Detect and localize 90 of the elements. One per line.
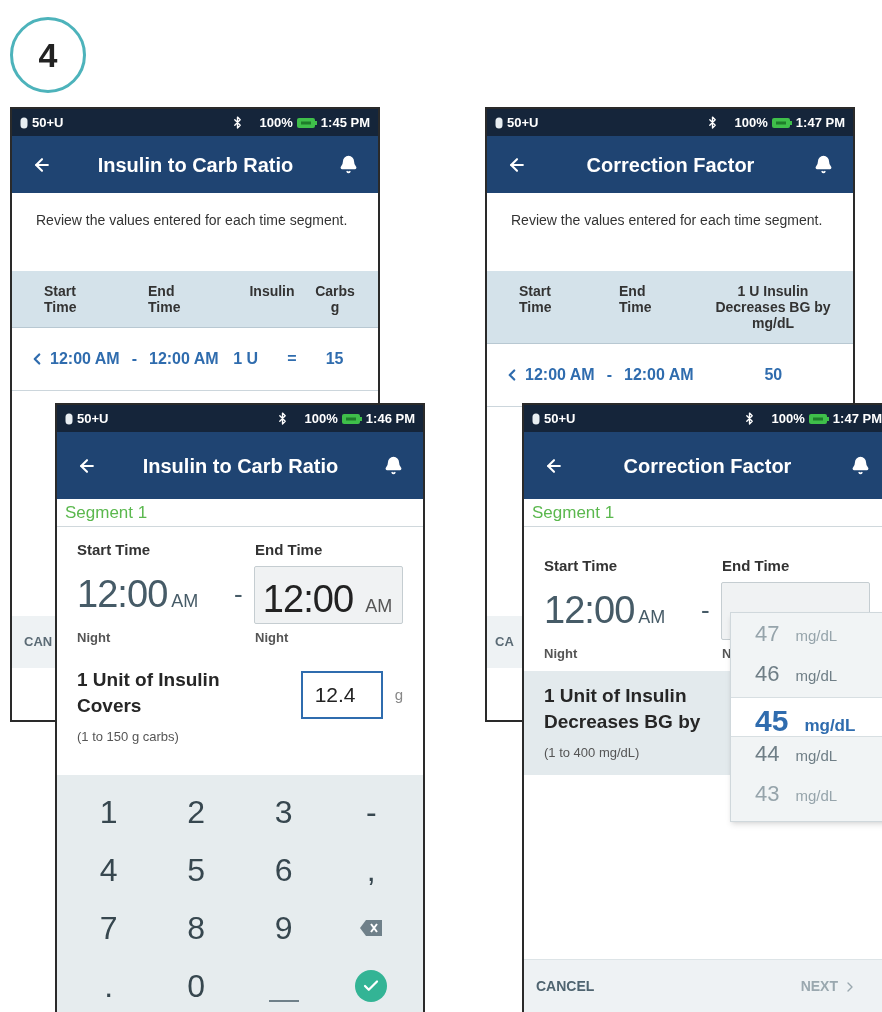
end-time-field[interactable]: 12:00 AM	[253, 565, 403, 624]
picker-option[interactable]: 45 mg/dL	[731, 697, 882, 737]
screen-title: Correction Factor	[585, 152, 756, 178]
keypad-key[interactable]: 9	[240, 898, 328, 957]
cancel-text: CAN	[24, 633, 53, 652]
segment-value: 15	[325, 349, 344, 369]
cancel-text: CA	[495, 633, 514, 652]
picker-option[interactable]: 44 mg/dL	[731, 737, 882, 777]
period-label: Night	[255, 628, 289, 647]
notification-bell-icon[interactable]	[384, 456, 403, 475]
carbs-input-field[interactable]: 12.4	[300, 671, 383, 719]
battery-text: 100%	[259, 113, 293, 132]
battery-icon	[808, 413, 829, 424]
end-time: 12:00 AM	[624, 365, 694, 385]
column-header: End Time	[619, 283, 653, 317]
notification-bell-icon[interactable]	[851, 456, 870, 475]
start-time: 12:00 AM	[50, 349, 120, 369]
segment-label: Segment 1	[532, 501, 615, 524]
cancel-button[interactable]: CANCEL	[536, 976, 595, 997]
column-header: Start Time	[519, 283, 553, 317]
intro-text: Review the values entered for each time segment.	[35, 211, 349, 230]
screen-title: Insulin to Carb Ratio	[141, 453, 340, 479]
step-badge: 4	[10, 17, 86, 93]
start-time-label: Start Time	[77, 540, 152, 560]
segment-row[interactable]: 12:00 AM - 12:00 AM 1 U = 15	[12, 328, 378, 391]
intro-text: Review the values entered for each time segment.	[510, 211, 824, 230]
time-separator: -	[131, 349, 137, 369]
period-label: Night	[77, 628, 112, 647]
keypad-key[interactable]: 5	[152, 840, 240, 899]
pod-icon	[20, 116, 28, 129]
status-text: 50+U	[32, 113, 64, 132]
status-text: 50+U	[77, 409, 109, 428]
keypad-key[interactable]: .	[65, 956, 153, 1012]
battery-icon	[341, 413, 362, 424]
screen-title: Correction Factor	[622, 453, 793, 479]
picker-option[interactable]: 46 mg/dL	[731, 657, 882, 697]
keypad-key[interactable]: 4	[65, 840, 153, 899]
start-time: 12:00 AM	[525, 365, 595, 385]
notification-bell-icon[interactable]	[339, 155, 358, 174]
column-header: 1 U Insulin Decreases BG by mg/dL	[714, 283, 832, 331]
time-separator: -	[234, 578, 244, 611]
keypad-key[interactable]: -	[327, 782, 415, 841]
column-header: End Time	[148, 283, 182, 315]
notification-bell-icon[interactable]	[814, 155, 833, 174]
column-header: Insulin	[248, 283, 296, 301]
range-hint: (1 to 400 mg/dL)	[544, 744, 640, 762]
battery-text: 100%	[734, 113, 768, 132]
time-separator: -	[701, 594, 711, 627]
period-label: Night	[544, 644, 579, 663]
status-time: 1:47 PM	[832, 409, 882, 428]
keypad-key[interactable]: ,	[327, 840, 415, 899]
end-time: 12:00 AM	[149, 349, 219, 369]
screen-title: Insulin to Carb Ratio	[96, 152, 295, 178]
range-hint: (1 to 150 g carbs)	[77, 728, 179, 746]
start-time-value[interactable]: 12:00 AM	[544, 582, 701, 639]
pod-icon	[532, 412, 540, 425]
column-header: Start Time	[44, 283, 78, 315]
space-key-icon[interactable]	[268, 999, 299, 1003]
battery-icon	[771, 117, 792, 128]
column-header: Carbs g	[314, 283, 356, 315]
end-time-label: End Time	[255, 540, 323, 560]
keypad-key[interactable]: 3	[240, 782, 328, 841]
prompt-text: 1 Unit of Insulin Covers	[77, 668, 220, 718]
pod-icon	[495, 116, 503, 129]
keypad-key[interactable]: 7	[65, 898, 153, 957]
segment-value: 1 U	[233, 349, 259, 369]
status-text: 50+U	[507, 113, 539, 132]
segment-label: Segment 1	[65, 501, 148, 524]
keypad-key[interactable]: 1	[65, 782, 153, 841]
keypad-key[interactable]: 2	[152, 782, 240, 841]
unit-label: g	[394, 684, 403, 705]
prompt-text: 1 Unit of Insulin Decreases BG by	[544, 684, 701, 734]
status-time: 1:47 PM	[795, 113, 845, 132]
segment-value: =	[287, 349, 297, 369]
battery-text: 100%	[304, 409, 338, 428]
status-time: 1:46 PM	[365, 409, 415, 428]
end-time-label: End Time	[722, 556, 790, 576]
keypad-key[interactable]: 0	[152, 956, 240, 1012]
battery-icon	[296, 117, 317, 128]
keypad-key[interactable]: 6	[240, 840, 328, 899]
status-time: 1:45 PM	[320, 113, 370, 132]
backspace-icon[interactable]	[360, 919, 383, 936]
segment-value: 50	[764, 365, 783, 385]
status-text: 50+U	[544, 409, 576, 428]
pod-icon	[65, 412, 73, 425]
time-separator: -	[606, 365, 612, 385]
battery-text: 100%	[771, 409, 805, 428]
keypad-key[interactable]: 8	[152, 898, 240, 957]
start-time-label: Start Time	[544, 556, 619, 576]
start-time-value[interactable]: 12:00 AM	[77, 566, 234, 623]
